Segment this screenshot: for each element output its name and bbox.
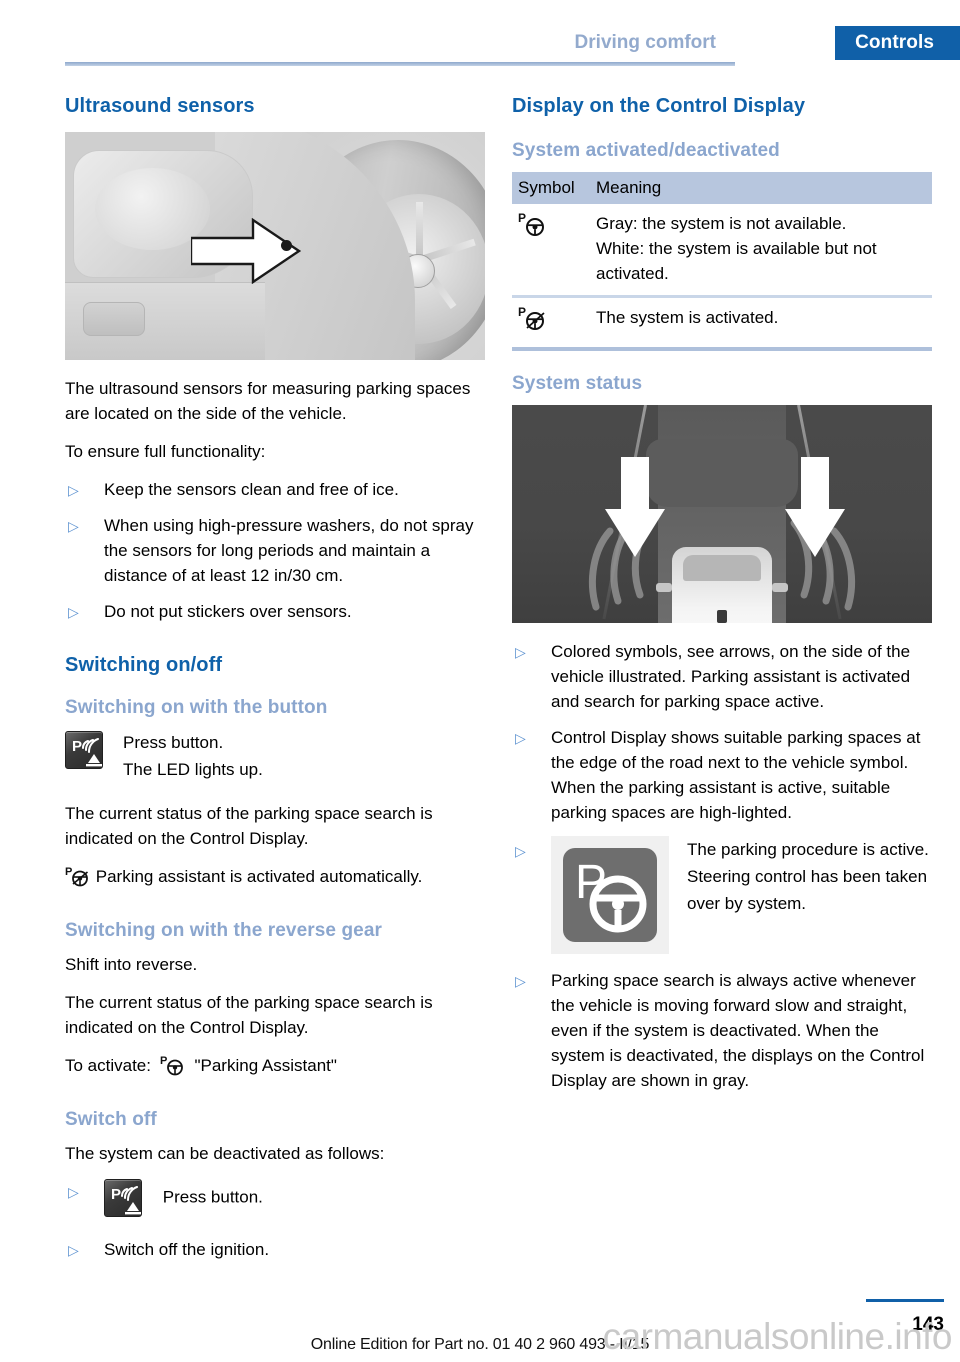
subheading-system-activated-deactivated: System activated/deactivated xyxy=(512,140,780,161)
paragraph-status-control-display-1: The current status of the parking space … xyxy=(65,804,433,848)
right-parking-space-arrow-icon xyxy=(785,457,845,557)
parking-assistant-wheel-icon: P xyxy=(512,211,596,286)
right-column: Display on the Control Display System ac… xyxy=(512,95,932,1104)
parking-procedure-active-group: ▷ P The parking procedure is active. Ste… xyxy=(512,836,932,954)
bullet-triangle-icon: ▷ xyxy=(515,730,526,746)
svg-text:P: P xyxy=(111,1186,121,1203)
list-parking-space-search-note: ▷ Parking space search is always active … xyxy=(512,968,932,1093)
paragraph-auto-activated: P Parking assistant is activated automat… xyxy=(65,864,485,894)
paragraph-to-activate: To activate: P "Parking Assistant" xyxy=(65,1053,485,1083)
to-activate-prefix-label: To activate: xyxy=(65,1056,151,1075)
paragraph-sensor-location: The ultrasound sensors for measuring par… xyxy=(65,379,471,423)
left-parking-space-arrow-icon xyxy=(605,457,665,557)
list-item-label: Do not put stickers over sensors. xyxy=(104,602,352,621)
page-title-ultrasound-sensors: Ultrasound sensors xyxy=(65,95,255,117)
figure-control-display-parking-search xyxy=(512,405,932,623)
parking-procedure-active-text: The parking procedure is active. Steerin… xyxy=(687,840,929,913)
meaning-line-gray: Gray: the system is not available. xyxy=(596,214,847,233)
header-divider-rule xyxy=(65,62,735,66)
subheading-switching-on-with-button: Switching on with the button xyxy=(65,697,328,718)
parking-assistant-menu-label[interactable]: "Parking Assistant" xyxy=(194,1056,336,1075)
bullet-triangle-icon: ▷ xyxy=(68,1242,79,1258)
header-chapter-tab[interactable]: Driving comfort xyxy=(559,26,732,60)
subheading-switch-off: Switch off xyxy=(65,1109,157,1130)
paragraph-ensure-functionality: To ensure full functionality: xyxy=(65,442,266,461)
svg-text:P: P xyxy=(518,211,526,225)
list-item: ▷ P Press button. xyxy=(65,1179,485,1223)
svg-text:P: P xyxy=(160,1055,167,1067)
list-item-label: Parking space search is always active wh… xyxy=(551,971,925,1090)
bullet-triangle-icon: ▷ xyxy=(68,482,79,498)
list-item: ▷ Parking space search is always active … xyxy=(512,968,932,1093)
bullet-triangle-icon: ▷ xyxy=(515,843,526,859)
page-header: Driving comfort Controls xyxy=(0,0,960,66)
table-column-header-meaning: Meaning xyxy=(596,178,662,197)
table-cell-meaning: The system is activated. xyxy=(596,305,932,338)
svg-text:P: P xyxy=(518,305,526,319)
parking-assistant-wheel-active-icon: P xyxy=(512,305,596,338)
table-column-header-symbol: Symbol xyxy=(518,178,575,197)
paragraph-status-control-display-2: The current status of the parking space … xyxy=(65,993,433,1037)
bullet-triangle-icon: ▷ xyxy=(68,518,79,534)
svg-text:P: P xyxy=(65,866,72,878)
parking-assistant-active-symbol-icon: P xyxy=(65,865,91,894)
page-number: 143 xyxy=(912,1314,944,1335)
table-header-row: Symbol Meaning xyxy=(512,172,932,204)
list-system-status-notes: ▷ Colored symbols, see arrows, on the si… xyxy=(512,639,932,825)
bullet-triangle-icon: ▷ xyxy=(68,1184,79,1200)
symbol-meaning-table: Symbol Meaning P Gray: the system is not… xyxy=(512,172,932,351)
paragraph-switch-off-intro: The system can be deactivated as follows… xyxy=(65,1144,385,1163)
pdc-button-icon-cell: P xyxy=(65,729,123,769)
table-cell-meaning: Gray: the system is not available. White… xyxy=(596,211,932,286)
list-item-label: Press button. xyxy=(162,1187,263,1207)
figure-ultrasound-sensor-location xyxy=(65,132,485,360)
bullet-triangle-icon: ▷ xyxy=(68,604,79,620)
meaning-line-activated: The system is activated. xyxy=(596,308,779,327)
press-button-text-cell: Press button. The LED lights up. xyxy=(123,729,485,783)
list-switch-off-steps: ▷ P Press button. ▷ Switch off the ignit… xyxy=(65,1179,485,1262)
parking-assistant-tile-icon: P xyxy=(551,836,669,954)
led-lights-up-label: The LED lights up. xyxy=(123,760,263,779)
press-button-label: Press button. xyxy=(123,733,224,752)
heading-display-on-control-display: Display on the Control Display xyxy=(512,95,806,117)
left-column: Ultrasound sensors The ultrasound sensor… xyxy=(65,95,485,1273)
svg-text:P: P xyxy=(72,738,82,755)
list-item: ▷ Switch off the ignition. xyxy=(65,1237,485,1262)
list-functionality-tips: ▷ Keep the sensors clean and free of ice… xyxy=(65,477,485,624)
table-row: P Gray: the system is not available. Whi… xyxy=(512,204,932,298)
list-item: ▷ Control Display shows suitable parking… xyxy=(512,725,932,825)
instruction-press-button-group: P Press button. The LED lights up. xyxy=(65,729,485,783)
meaning-line-white: White: the system is available but not a… xyxy=(596,239,877,283)
list-item-label: Control Display shows suitable parking s… xyxy=(551,728,921,822)
list-item: ▷ Keep the sensors clean and free of ice… xyxy=(65,477,485,502)
list-item: ▷ When using high-pressure washers, do n… xyxy=(65,513,485,588)
auto-activated-label: Parking assistant is activated automatic… xyxy=(95,867,423,886)
list-item-label: Switch off the ignition. xyxy=(104,1240,270,1259)
list-item-label: Colored symbols, see arrows, on the side… xyxy=(551,642,911,711)
bullet-triangle-icon: ▷ xyxy=(515,973,526,989)
subheading-switching-on-reverse-gear: Switching on with the reverse gear xyxy=(65,920,382,941)
edition-notice: Online Edition for Part no. 01 40 2 960 … xyxy=(310,1336,650,1353)
list-item-label: When using high-pressure washers, do not… xyxy=(104,516,474,585)
list-item: ▷ Colored symbols, see arrows, on the si… xyxy=(512,639,932,714)
heading-switching-on-off: Switching on/off xyxy=(65,654,223,676)
paragraph-shift-into-reverse: Shift into reverse. xyxy=(65,955,198,974)
subheading-system-status: System status xyxy=(512,373,643,394)
parking-sensor-button-icon[interactable]: P xyxy=(65,731,103,769)
sensor-pointer-arrow-icon xyxy=(191,218,301,284)
table-row: P The system is activated. xyxy=(512,298,932,351)
footer-accent-rule xyxy=(866,1299,944,1302)
bullet-triangle-icon: ▷ xyxy=(515,644,526,660)
header-section-tab[interactable]: Controls xyxy=(835,26,960,60)
list-item: ▷ Do not put stickers over sensors. xyxy=(65,599,485,624)
list-item-label: Keep the sensors clean and free of ice. xyxy=(104,480,399,499)
parking-sensor-button-icon[interactable]: P xyxy=(104,1179,142,1217)
parking-assistant-symbol-icon: P xyxy=(160,1054,186,1083)
